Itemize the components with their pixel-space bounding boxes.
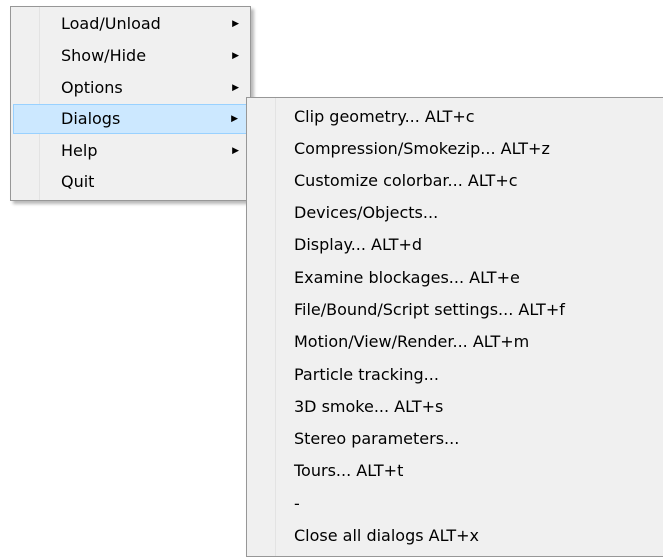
menu-item-label: Load/Unload xyxy=(61,14,161,33)
triangle-right-icon: ▶ xyxy=(232,146,239,156)
menu-item-show-hide[interactable]: Show/Hide ▶ xyxy=(13,41,248,71)
menu-item-label: Clip geometry... ALT+c xyxy=(294,107,475,126)
dialogs-submenu: Clip geometry... ALT+c Compression/Smoke… xyxy=(246,97,663,557)
menu-item-label: Options xyxy=(61,78,123,97)
menu-item-label: Stereo parameters... xyxy=(294,429,460,448)
menu-item-label: Examine blockages... ALT+e xyxy=(294,268,520,287)
menu-item-label: Customize colorbar... ALT+c xyxy=(294,171,518,190)
triangle-right-icon: ▶ xyxy=(231,114,238,124)
menu-item-label: Particle tracking... xyxy=(294,365,439,384)
menu-item-compression-smokezip[interactable]: Compression/Smokezip... ALT+z xyxy=(249,133,661,165)
menu-item-customize-colorbar[interactable]: Customize colorbar... ALT+c xyxy=(249,165,661,197)
menu-item-label: Tours... ALT+t xyxy=(294,461,404,480)
menu-item-options[interactable]: Options ▶ xyxy=(13,73,248,103)
menu-item-help[interactable]: Help ▶ xyxy=(13,136,248,166)
menu-item-motion-view-render[interactable]: Motion/View/Render... ALT+m xyxy=(249,326,661,358)
main-context-menu: Load/Unload ▶ Show/Hide ▶ Options ▶ Dial… xyxy=(10,6,251,201)
triangle-right-icon: ▶ xyxy=(232,51,239,61)
menu-item-label: Display... ALT+d xyxy=(294,235,423,254)
menu-item-quit[interactable]: Quit xyxy=(13,167,248,197)
menu-item-label: 3D smoke... ALT+s xyxy=(294,397,444,416)
triangle-right-icon: ▶ xyxy=(232,83,239,93)
menu-item-load-unload[interactable]: Load/Unload ▶ xyxy=(13,9,248,39)
menu-item-clip-geometry[interactable]: Clip geometry... ALT+c xyxy=(249,101,661,133)
menu-item-label: Close all dialogs ALT+x xyxy=(294,526,479,545)
menu-item-stereo-parameters[interactable]: Stereo parameters... xyxy=(249,423,661,455)
menu-item-label: Help xyxy=(61,141,98,160)
menu-item-separator-dash[interactable]: - xyxy=(249,488,661,520)
menu-item-particle-tracking[interactable]: Particle tracking... xyxy=(249,359,661,391)
menu-item-label: Compression/Smokezip... ALT+z xyxy=(294,139,550,158)
menu-item-label: Quit xyxy=(61,172,95,191)
menu-item-close-all-dialogs[interactable]: Close all dialogs ALT+x xyxy=(249,520,661,552)
menu-item-examine-blockages[interactable]: Examine blockages... ALT+e xyxy=(249,262,661,294)
menu-item-tours[interactable]: Tours... ALT+t xyxy=(249,455,661,487)
menu-item-label: Devices/Objects... xyxy=(294,203,439,222)
menu-item-display[interactable]: Display... ALT+d xyxy=(249,229,661,261)
menu-item-file-bound-script-settings[interactable]: File/Bound/Script settings... ALT+f xyxy=(249,294,661,326)
triangle-right-icon: ▶ xyxy=(232,19,239,29)
menu-item-dialogs[interactable]: Dialogs ▶ xyxy=(13,104,248,134)
menu-item-label: Show/Hide xyxy=(61,46,147,65)
menu-item-devices-objects[interactable]: Devices/Objects... xyxy=(249,197,661,229)
menu-item-label: Motion/View/Render... ALT+m xyxy=(294,332,530,351)
menu-item-label: Dialogs xyxy=(61,109,121,128)
menu-item-3d-smoke[interactable]: 3D smoke... ALT+s xyxy=(249,391,661,423)
menu-item-label: - xyxy=(294,494,300,513)
menu-item-label: File/Bound/Script settings... ALT+f xyxy=(294,300,565,319)
